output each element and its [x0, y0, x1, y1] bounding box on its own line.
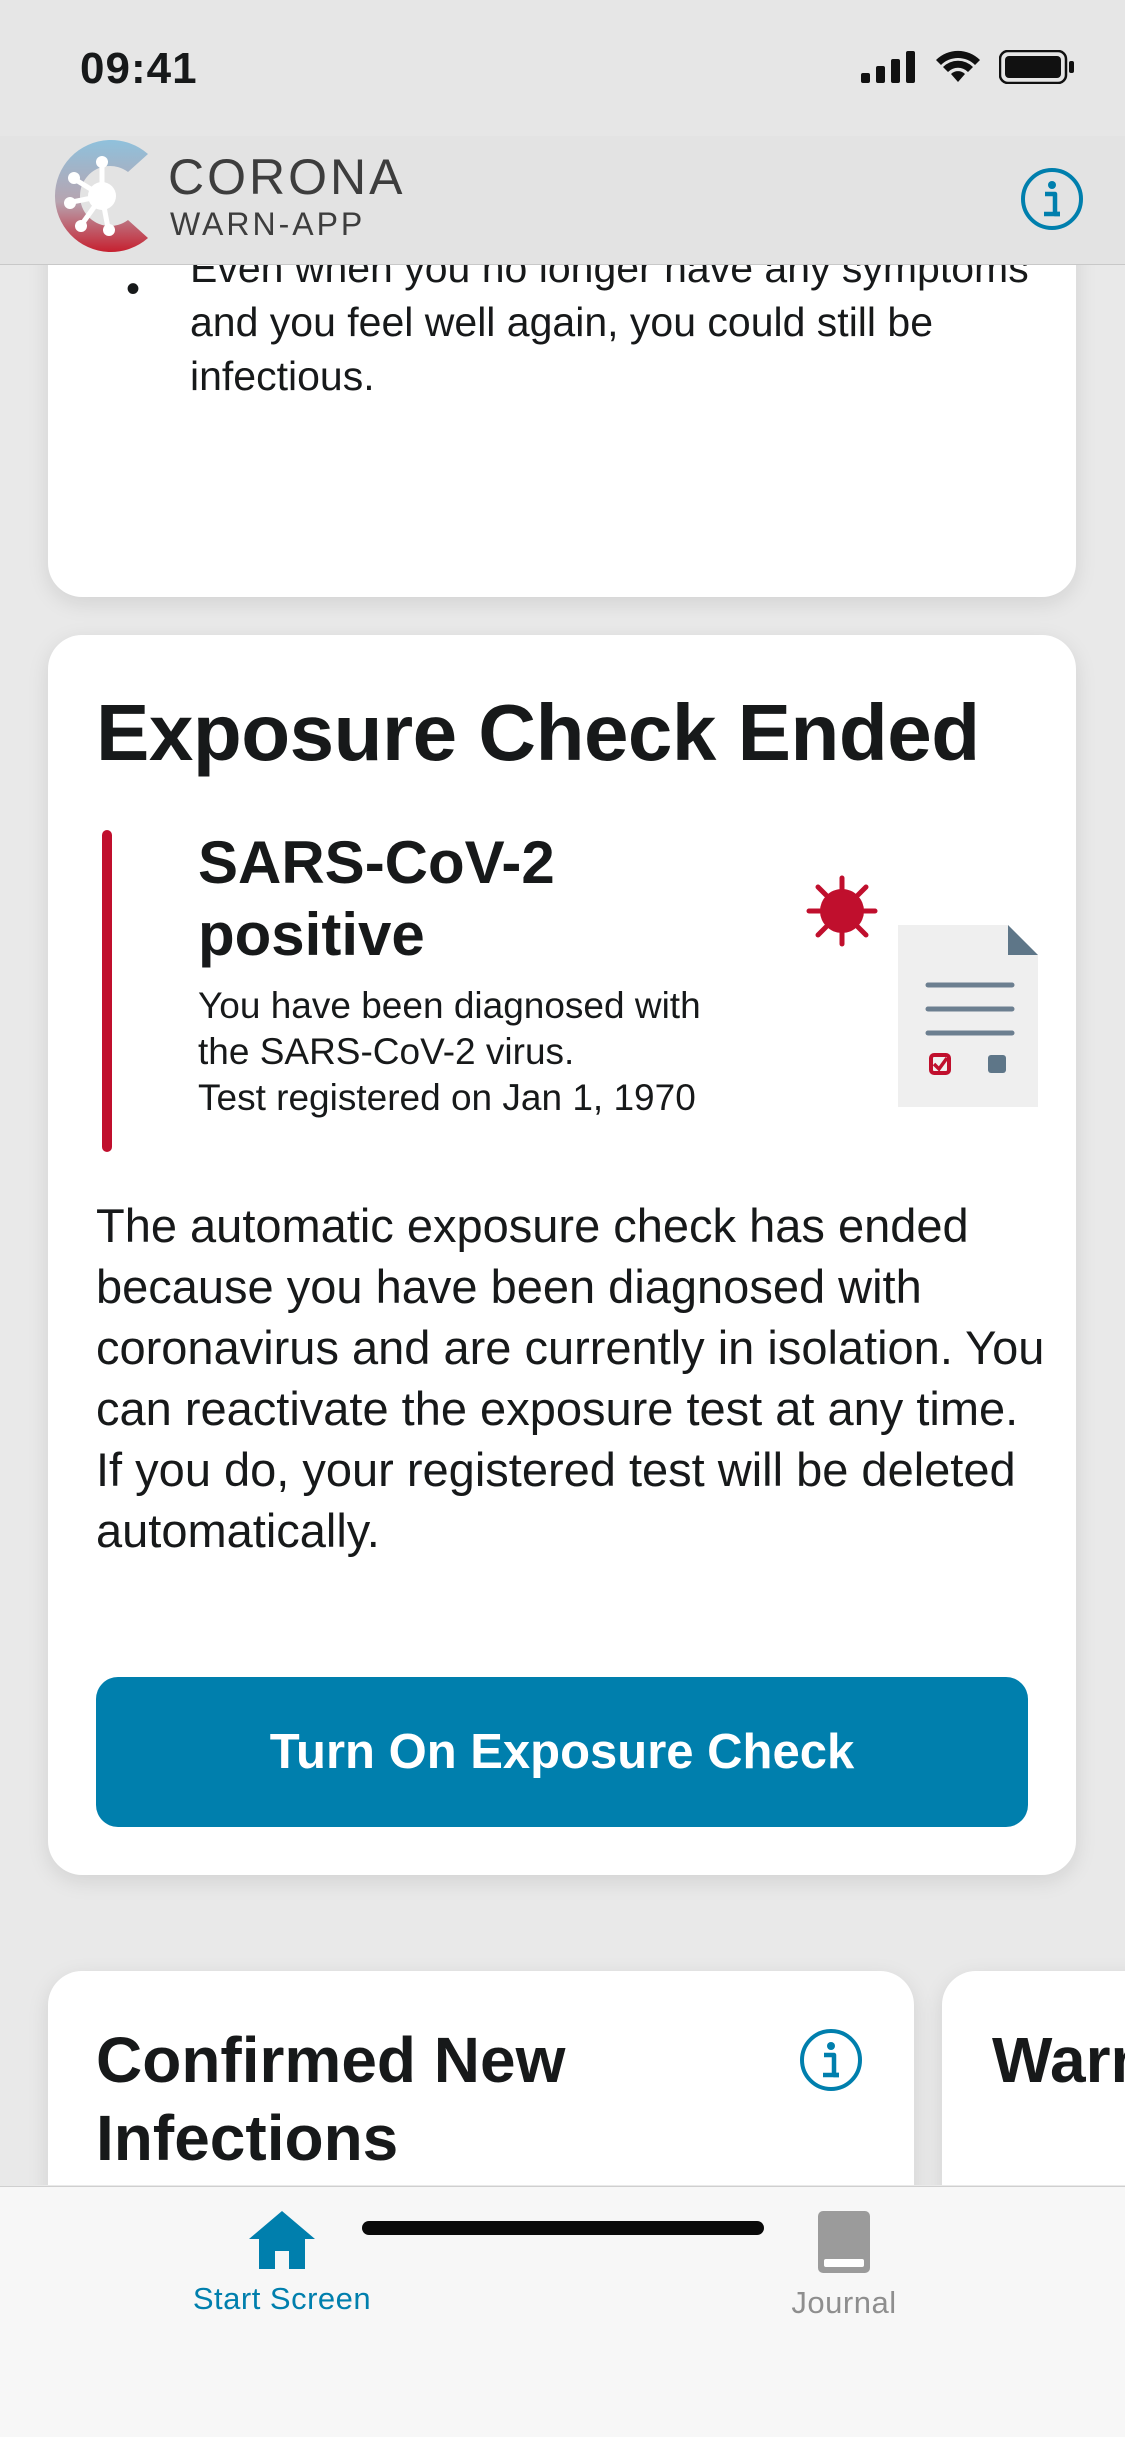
bullet-dot: •	[126, 267, 141, 311]
info-card: • Even when you no longer have any sympt…	[48, 265, 1076, 597]
wifi-icon	[936, 50, 980, 82]
statistics-card-confirmed-infections[interactable]: Confirmed New Infections	[48, 1971, 914, 2185]
info-icon[interactable]	[1019, 166, 1085, 232]
turn-on-exposure-check-button[interactable]: Turn On Exposure Check	[96, 1677, 1028, 1827]
test-result-title: SARS-CoV-2 positive	[198, 829, 555, 968]
statistics-card-title: Warn App	[992, 2024, 1125, 2096]
status-bar: 09:41	[0, 0, 1125, 136]
exposure-check-card: Exposure Check Ended SARS-CoV-2 positive…	[48, 635, 1076, 1875]
statistics-card-title: Confirmed New Infections	[96, 2024, 566, 2174]
risk-indicator-bar	[102, 830, 112, 1152]
status-time: 09:41	[80, 44, 198, 93]
info-icon[interactable]	[798, 2027, 864, 2093]
corona-warn-app-logo	[54, 140, 148, 252]
exposure-card-body: The automatic exposure check has ended b…	[96, 1199, 1045, 1557]
journal-icon	[818, 2211, 870, 2273]
bullet-text: Even when you no longer have any symptom…	[190, 265, 1029, 399]
status-icons	[861, 50, 1075, 84]
statistics-card-warn-app[interactable]: Warn App	[942, 1971, 1125, 2185]
test-result-description: You have been diagnosed with	[198, 985, 701, 1026]
tab-label: Start Screen	[192, 2281, 372, 2316]
signal-icon	[861, 51, 915, 83]
battery-icon	[999, 50, 1074, 84]
home-content[interactable]: • Even when you no longer have any sympt…	[0, 265, 1125, 2185]
test-result-virus: the SARS-CoV-2 virus.	[198, 1031, 575, 1072]
home-indicator[interactable]	[362, 2221, 764, 2235]
app-header: CORONA WARN-APP	[0, 136, 1125, 265]
exposure-card-title: Exposure Check Ended	[96, 688, 980, 777]
home-icon	[249, 2211, 315, 2269]
tab-label: Journal	[791, 2285, 897, 2320]
logo-title: CORONA	[168, 149, 406, 205]
logo-subtitle: WARN-APP	[170, 206, 366, 242]
positive-test-document-icon	[806, 875, 1038, 1107]
test-registered-date: Test registered on Jan 1, 1970	[198, 1077, 696, 1118]
